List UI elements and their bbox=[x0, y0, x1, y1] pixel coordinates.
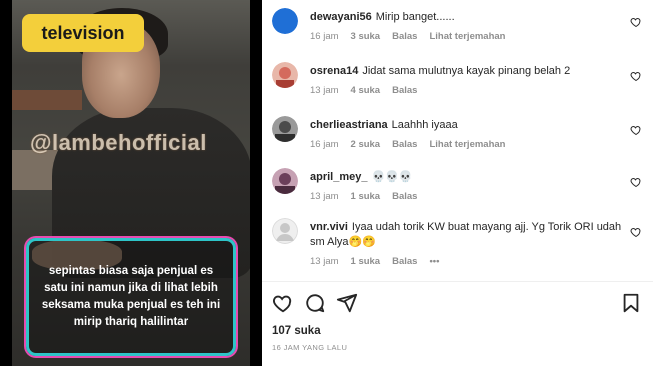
translate-button[interactable]: Lihat terjemahan bbox=[429, 31, 505, 42]
likes-count[interactable]: 107 suka bbox=[272, 325, 321, 337]
comment-text: Jidat sama mulutnya kayak pinang belah 2 bbox=[362, 65, 571, 77]
comment-username[interactable]: dewayani56 bbox=[310, 11, 372, 23]
comment-time[interactable]: 16 jam bbox=[310, 31, 339, 42]
comment-username[interactable]: vnr.vivi bbox=[310, 221, 348, 233]
comment-username[interactable]: cherlieastriana bbox=[310, 119, 388, 131]
reply-button[interactable]: Balas bbox=[392, 139, 417, 150]
comment-time[interactable]: 13 jam bbox=[310, 256, 339, 267]
comment-bubble-icon[interactable] bbox=[304, 292, 326, 314]
comments-panel: dewayani56 Mirip banget...... 16 jam 3 su… bbox=[262, 0, 653, 366]
caption-text: sepintas biasa saja penjual es satu ini … bbox=[41, 265, 221, 328]
like-heart-icon[interactable] bbox=[630, 124, 642, 136]
translate-button[interactable]: Lihat terjemahan bbox=[429, 139, 505, 150]
comment-time[interactable]: 13 jam bbox=[310, 191, 339, 202]
post-timestamp[interactable]: 16 JAM YANG LALU bbox=[272, 343, 347, 352]
avatar[interactable] bbox=[272, 8, 298, 34]
comment-username[interactable]: april_mey_ bbox=[310, 171, 367, 183]
avatar[interactable] bbox=[272, 62, 298, 88]
avatar[interactable] bbox=[272, 218, 298, 244]
comment-likes[interactable]: 4 suka bbox=[351, 85, 381, 96]
bookmark-icon[interactable] bbox=[620, 292, 642, 314]
like-heart-icon[interactable] bbox=[630, 16, 642, 28]
comment-text: 💀💀💀 bbox=[371, 171, 413, 183]
comment-text: Iyaa udah torik KW buat mayang ajj. Yg T… bbox=[310, 221, 622, 248]
avatar[interactable] bbox=[272, 116, 298, 142]
like-heart-icon[interactable] bbox=[630, 226, 642, 238]
like-heart-icon[interactable] bbox=[630, 176, 642, 188]
divider bbox=[262, 281, 653, 282]
comment-text: Laahhh iyaaa bbox=[391, 119, 458, 131]
comment-likes[interactable]: 2 suka bbox=[351, 139, 381, 150]
comment-list[interactable]: dewayani56 Mirip banget...... 16 jam 3 su… bbox=[262, 0, 653, 280]
comment-likes[interactable]: 3 suka bbox=[351, 31, 381, 42]
more-options-icon[interactable]: ••• bbox=[429, 256, 439, 267]
avatar[interactable] bbox=[272, 168, 298, 194]
reply-button[interactable]: Balas bbox=[392, 31, 417, 42]
reply-button[interactable]: Balas bbox=[392, 85, 417, 96]
action-bar bbox=[270, 292, 645, 316]
post-media[interactable]: television @lambehofficial sepintas bias… bbox=[0, 0, 262, 366]
comment-username[interactable]: osrena14 bbox=[310, 65, 358, 77]
caption-overlay: sepintas biasa saja penjual es satu ini … bbox=[26, 238, 236, 356]
like-heart-icon[interactable] bbox=[272, 292, 294, 314]
background-shelf bbox=[12, 90, 82, 110]
comment-time[interactable]: 13 jam bbox=[310, 85, 339, 96]
comment-likes[interactable]: 1 suka bbox=[351, 191, 381, 202]
like-heart-icon[interactable] bbox=[630, 70, 642, 82]
comment-likes[interactable]: 1 suka bbox=[351, 256, 381, 267]
reply-button[interactable]: Balas bbox=[392, 256, 417, 267]
share-send-icon[interactable] bbox=[336, 292, 358, 314]
comment-time[interactable]: 16 jam bbox=[310, 139, 339, 150]
watermark: @lambehofficial bbox=[30, 130, 207, 155]
television-badge: television bbox=[22, 14, 144, 52]
comment-text: Mirip banget...... bbox=[375, 11, 455, 23]
reply-button[interactable]: Balas bbox=[392, 191, 417, 202]
